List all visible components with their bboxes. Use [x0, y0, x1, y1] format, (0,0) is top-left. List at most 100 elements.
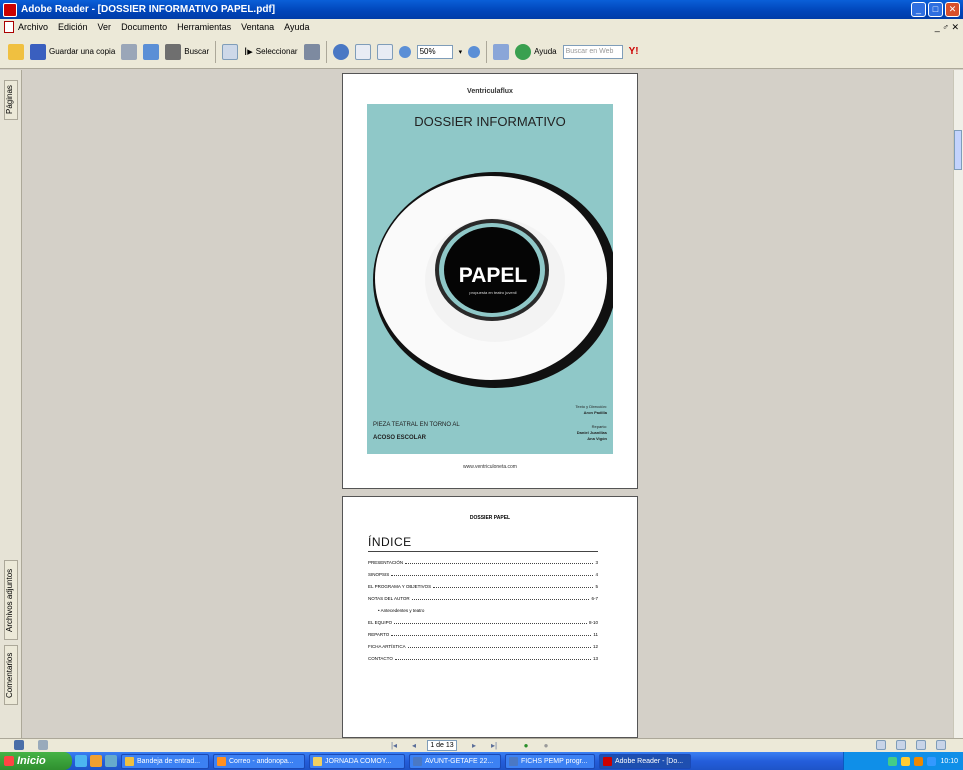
tray-update-icon[interactable]	[914, 756, 924, 766]
quicklaunch-ie-icon[interactable]	[75, 755, 87, 767]
save-copy-label: Guardar una copia	[49, 47, 116, 56]
clock: 10:10	[940, 757, 958, 765]
menu-ayuda[interactable]: Ayuda	[284, 22, 309, 32]
maximize-button[interactable]: □	[928, 2, 943, 17]
papel-subtitle: propuesta en teatro juvenil	[469, 290, 517, 295]
page-number-field[interactable]: 1 de 13	[427, 740, 457, 751]
task-button[interactable]: JORNADA COMOY...	[309, 753, 405, 769]
cover-panel: DOSSIER INFORMATIVO PAPEL propuesta en t…	[367, 104, 613, 454]
credit-label-direction: Texto y Dirección:	[575, 404, 607, 409]
zoom-level-field[interactable]: 50%	[416, 44, 453, 59]
task-button[interactable]: FICHS PEMP progr...	[505, 753, 595, 769]
toc-page: 13	[592, 656, 598, 661]
menu-edicion[interactable]: Edición	[58, 22, 88, 32]
toc-subentry: • Antecedentes y teatro	[378, 608, 478, 613]
print-icon[interactable]	[121, 43, 138, 60]
tab-comments[interactable]: Comentarios	[4, 645, 18, 705]
toc-entry: NOTAS DEL AUTOR 6-7	[368, 596, 598, 601]
single-page-icon[interactable]	[876, 740, 886, 750]
scrollbar-thumb[interactable]	[954, 130, 962, 170]
toolbar-separator	[325, 40, 327, 63]
search-label: Buscar	[184, 47, 210, 56]
snapshot-icon[interactable]	[303, 43, 320, 60]
toolbar-separator	[486, 40, 488, 63]
task-button[interactable]: Bandeja de entrad...	[121, 753, 209, 769]
search-web-input[interactable]: Buscar en Web	[562, 44, 623, 59]
tray-network-icon[interactable]	[888, 756, 898, 766]
rotate-view-icon[interactable]	[493, 43, 510, 60]
task-label: Correo - andonopa...	[229, 757, 294, 765]
yahoo-icon[interactable]: Y!	[629, 46, 639, 57]
toc-label: FICHA ARTÍSTICA	[368, 644, 406, 649]
zoom-tool-icon[interactable]	[332, 43, 349, 60]
tab-attachments[interactable]: Archivos adjuntos	[4, 560, 18, 640]
select-button[interactable]: I▸ Seleccionar	[244, 45, 297, 58]
save-copy-button[interactable]: Guardar una copia	[30, 43, 116, 60]
menu-documento[interactable]: Documento	[121, 22, 167, 32]
continuous-facing-icon[interactable]	[936, 740, 946, 750]
search-button[interactable]: Buscar	[165, 43, 210, 60]
tab-pages[interactable]: Páginas	[4, 80, 18, 120]
layout-icon[interactable]	[38, 740, 48, 750]
credit-label-cast: Reparto:	[591, 424, 607, 429]
first-page-icon[interactable]: |◂	[388, 740, 400, 751]
menu-archivo[interactable]: Archivo	[18, 22, 48, 32]
cover-tagline-1: PIEZA TEATRAL EN TORNO AL	[373, 422, 460, 428]
menu-ver[interactable]: Ver	[98, 22, 112, 32]
toc-label: SINOPSIS	[368, 572, 390, 577]
task-button[interactable]: Correo - andonopa...	[213, 753, 305, 769]
tray-security-icon[interactable]	[901, 756, 911, 766]
toc-page: 8-10	[588, 620, 598, 625]
previous-view-icon[interactable]: ●	[520, 740, 532, 751]
word-icon	[413, 756, 422, 766]
zoom-dropdown-icon[interactable]: ▾	[459, 48, 463, 56]
menu-bar: Archivo Edición Ver Documento Herramient…	[0, 19, 963, 35]
tray-app-icon[interactable]	[927, 756, 937, 766]
toc-label: CONTACTO	[368, 656, 393, 661]
page-url: www.ventriculoneta.com	[463, 464, 517, 470]
toc-entry: CONTACTO 13	[368, 656, 598, 661]
email-icon[interactable]	[143, 43, 160, 60]
save-icon	[30, 43, 46, 60]
binoculars-icon	[165, 43, 182, 60]
start-button[interactable]: Inicio	[0, 752, 72, 770]
adobe-reader-app-icon	[3, 2, 17, 17]
menu-ventana[interactable]: Ventana	[241, 22, 274, 32]
next-page-icon[interactable]: ▸	[468, 740, 480, 751]
document-window-controls[interactable]: _ ♂ ✕	[935, 22, 959, 33]
toc-label: EL PROGRAMA Y OBJETIVOS	[368, 584, 432, 589]
task-label: FICHS PEMP progr...	[521, 757, 588, 765]
minimize-button[interactable]: _	[911, 2, 926, 17]
help-globe-icon	[515, 43, 532, 60]
toc-entry: EL PROGRAMA Y OBJETIVOS 5	[368, 584, 598, 589]
mail-icon	[217, 756, 226, 766]
toc-label: • Antecedentes y teatro	[378, 608, 425, 613]
menu-herramientas[interactable]: Herramientas	[177, 22, 231, 32]
previous-page-icon[interactable]: ◂	[408, 740, 420, 751]
open-folder-icon[interactable]	[8, 43, 24, 60]
facing-icon[interactable]	[916, 740, 926, 750]
fit-page-icon[interactable]	[376, 43, 393, 60]
task-button-active[interactable]: Adobe Reader - [Do...	[599, 753, 691, 769]
zoom-out-icon[interactable]	[398, 45, 411, 58]
hand-tool-icon[interactable]	[222, 43, 239, 60]
close-button[interactable]: ✕	[945, 2, 960, 17]
quicklaunch-folder-icon[interactable]	[90, 755, 102, 767]
adobe-icon	[603, 756, 612, 766]
continuous-icon[interactable]	[896, 740, 906, 750]
task-button[interactable]: AVUNT-GETAFE 22...	[409, 753, 501, 769]
zoom-in-icon[interactable]	[468, 45, 481, 58]
toc-label: EL EQUIPO	[368, 620, 393, 625]
status-icon[interactable]	[14, 740, 24, 750]
document-icon	[4, 21, 14, 33]
next-view-icon[interactable]: ●	[540, 740, 552, 751]
toolbar: Guardar una copia Buscar I▸ Seleccionar 5…	[0, 35, 963, 69]
vertical-scrollbar[interactable]	[953, 70, 963, 738]
actual-size-icon[interactable]	[354, 43, 371, 60]
page-navigation-bar: |◂ ◂ 1 de 13 ▸ ▸| ● ●	[0, 738, 963, 752]
help-button[interactable]: Ayuda	[515, 43, 557, 60]
last-page-icon[interactable]: ▸|	[488, 740, 500, 751]
quicklaunch-media-icon[interactable]	[105, 755, 117, 767]
system-tray: 10:10	[843, 752, 963, 770]
toc-entry: REPARTO 11	[368, 632, 598, 637]
